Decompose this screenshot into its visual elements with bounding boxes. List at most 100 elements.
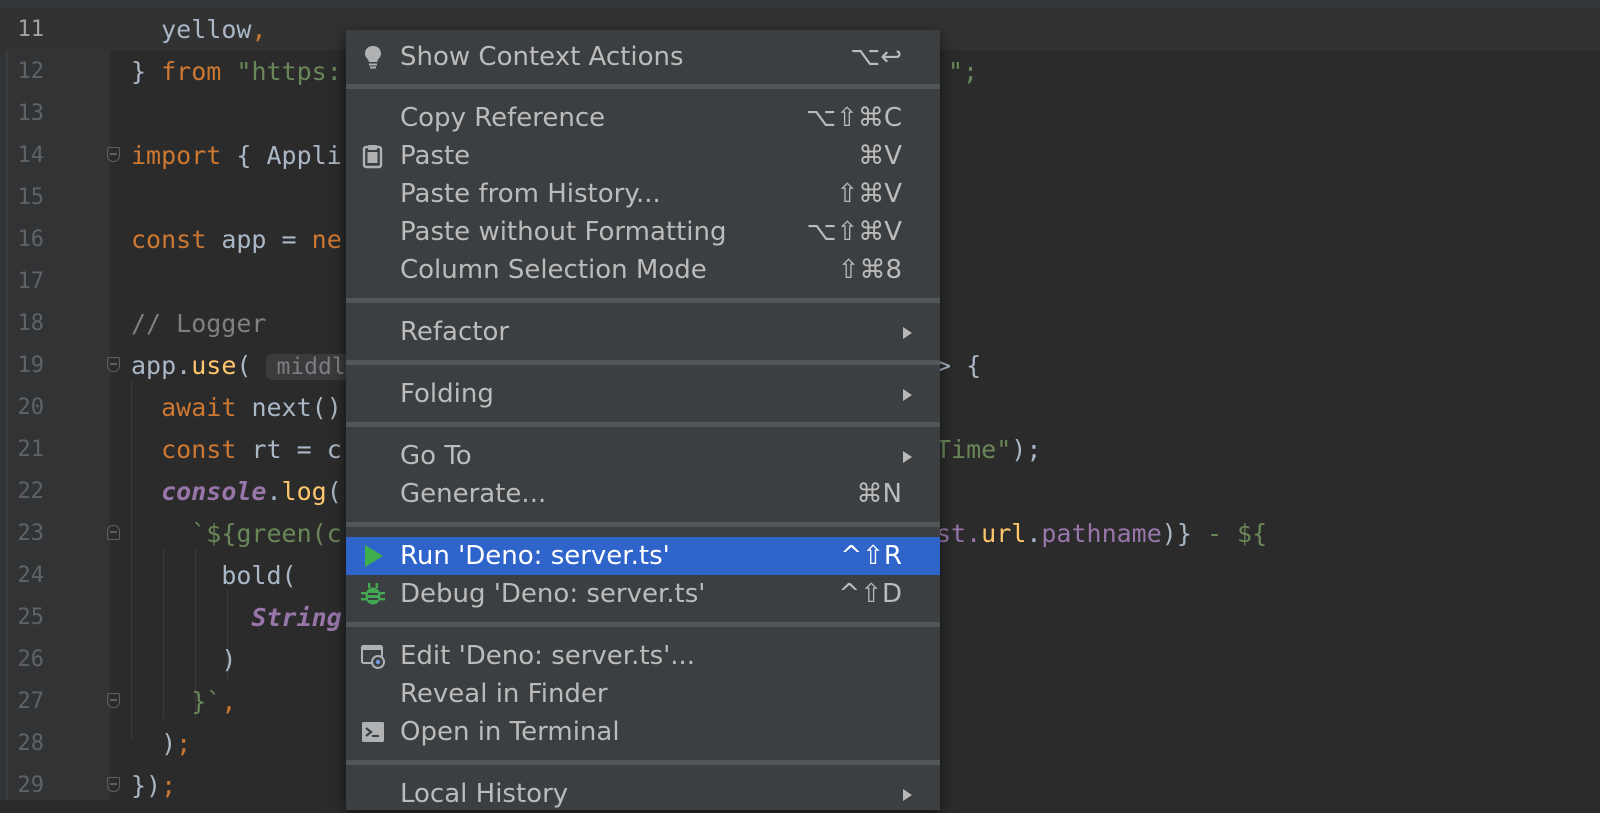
code-token: { Appli [236, 141, 342, 170]
line-number: 29 [17, 773, 45, 798]
menu-item-run-deno-server[interactable]: Run 'Deno: server.ts' ^⇧R [346, 537, 940, 575]
menu-separator [346, 422, 940, 427]
code-text: yellow, [131, 16, 266, 44]
code-token: const [131, 225, 207, 254]
menu-separator [346, 760, 940, 765]
menu-separator [346, 522, 940, 527]
code-text: app.use( middle [131, 352, 370, 381]
menu-separator [346, 298, 940, 303]
code-token: }) [131, 771, 162, 800]
fold-marker-icon[interactable] [107, 777, 120, 792]
menu-item-open-in-terminal[interactable]: Open in Terminal [346, 713, 940, 751]
line-number: 17 [17, 269, 45, 294]
menu-item-folding[interactable]: Folding [346, 375, 940, 413]
menu-item-edit-deno-server[interactable]: Edit 'Deno: server.ts'... [346, 637, 940, 675]
line-number: 28 [17, 731, 45, 756]
submenu-arrow-icon [903, 389, 912, 401]
menu-item-label: Edit 'Deno: server.ts'... [400, 641, 696, 671]
code-text: ); [131, 730, 191, 758]
code-text: `${green(c [131, 520, 342, 548]
code-token: . [1026, 519, 1042, 548]
code-text: }); [131, 772, 176, 800]
menu-item-label: Copy Reference [400, 103, 606, 133]
menu-separator [346, 622, 940, 627]
bug-icon [361, 583, 385, 605]
line-number: 24 [17, 563, 45, 588]
code-token: app. [131, 351, 192, 380]
line-number: 12 [17, 59, 45, 84]
code-token: ; [176, 729, 192, 758]
menu-item-copy-reference[interactable]: Copy Reference ⌥⇧⌘C [346, 99, 940, 137]
menu-item-generate[interactable]: Generate... ⌘N [346, 475, 940, 513]
code-token: from [161, 57, 222, 86]
code-token: . [266, 477, 282, 506]
menu-item-label: Local History [400, 779, 569, 809]
code-token: , [251, 15, 267, 44]
fold-marker-icon[interactable] [107, 693, 120, 708]
code-text: console.log( [131, 478, 342, 506]
code-text: bold( [131, 562, 296, 590]
line-number: 11 [17, 17, 45, 42]
code-token: > { [936, 351, 982, 380]
code-text-tail: > { [936, 352, 981, 380]
menu-item-refactor[interactable]: Refactor [346, 313, 940, 351]
menu-item-label: Folding [400, 379, 494, 409]
menu-item-shortcut: ⌥⇧⌘C [806, 103, 902, 133]
fold-marker-icon[interactable] [107, 147, 120, 162]
menu-item-label: Paste [400, 141, 471, 171]
line-number: 16 [17, 227, 45, 252]
menu-item-go-to[interactable]: Go To [346, 437, 940, 475]
menu-item-label: Paste without Formatting [400, 217, 727, 247]
menu-item-label: Reveal in Finder [400, 679, 608, 709]
code-token: import [131, 141, 222, 170]
menu-item-show-context-actions[interactable]: Show Context Actions ⌥↩ [346, 38, 940, 76]
menu-item-local-history[interactable]: Local History [346, 775, 940, 813]
code-token: await [161, 393, 237, 422]
menu-item-reveal-in-finder[interactable]: Reveal in Finder [346, 675, 940, 713]
code-token: ) [221, 645, 237, 674]
code-text: await next() [131, 394, 342, 422]
terminal-icon [362, 722, 384, 742]
menu-item-shortcut: ⌥↩ [850, 42, 902, 72]
submenu-arrow-icon [903, 327, 912, 339]
menu-item-shortcut: ⇧⌘8 [837, 255, 902, 285]
code-token: pathname [1041, 519, 1162, 548]
code-token: ) [161, 729, 177, 758]
code-text-tail: "; [948, 58, 978, 86]
code-token: next() [251, 393, 342, 422]
code-token: ( [236, 351, 267, 380]
code-token: ; [161, 771, 177, 800]
code-token: log [281, 477, 327, 506]
code-token: } [131, 57, 162, 86]
clipboard-icon [362, 145, 383, 169]
line-number: 21 [17, 437, 45, 462]
code-token: - ${ [1206, 519, 1268, 548]
menu-item-column-selection-mode[interactable]: Column Selection Mode ⇧⌘8 [346, 251, 940, 289]
menu-item-paste-from-history[interactable]: Paste from History... ⇧⌘V [346, 175, 940, 213]
menu-item-shortcut: ⌘N [856, 479, 902, 509]
menu-item-debug-deno-server[interactable]: Debug 'Deno: server.ts' ^⇧D [346, 575, 940, 613]
code-text-tail: st.url.pathname)} - ${ [936, 520, 1267, 548]
menu-item-label: Go To [400, 441, 472, 471]
menu-item-label: Run 'Deno: server.ts' [400, 541, 670, 571]
menu-item-paste[interactable]: Paste ⌘V [346, 137, 940, 175]
menu-item-label: Paste from History... [400, 179, 661, 209]
line-number: 18 [17, 311, 45, 336]
code-text-tail: Time"); [936, 436, 1041, 464]
code-token: String [251, 603, 342, 632]
editor-top-band [0, 0, 1600, 8]
line-number: 19 [17, 353, 45, 378]
code-token: "https: [236, 57, 342, 86]
line-number: 26 [17, 647, 45, 672]
code-token: )} [1161, 519, 1207, 548]
fold-marker-icon[interactable] [107, 357, 120, 372]
code-text: }`, [131, 688, 236, 716]
code-text: const rt = c [131, 436, 342, 464]
code-token: ); [1011, 435, 1042, 464]
code-token: st. [936, 519, 982, 548]
menu-item-paste-without-formatting[interactable]: Paste without Formatting ⌥⇧⌘V [346, 213, 940, 251]
fold-marker-icon[interactable] [107, 525, 120, 540]
code-token: ne [311, 225, 342, 254]
code-token: `${green(c [191, 519, 342, 548]
context-menu: Show Context Actions ⌥↩ Copy Reference ⌥… [346, 30, 940, 810]
